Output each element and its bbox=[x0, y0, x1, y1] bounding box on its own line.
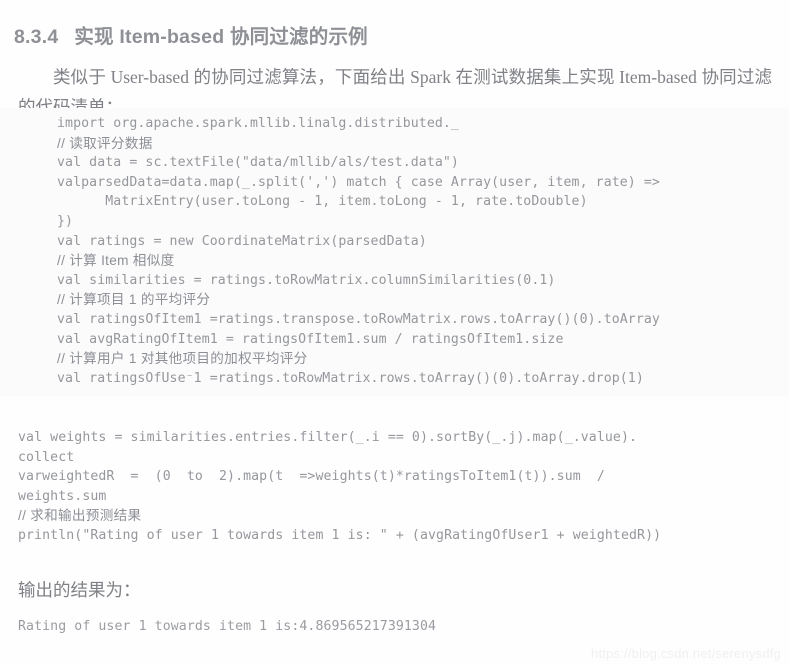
document-page: 8.3.4 实现 Item-based 协同过滤的示例 类似于 User-base… bbox=[0, 0, 789, 665]
section-title-text: 实现 Item-based 协同过滤的示例 bbox=[74, 26, 368, 49]
code-line: val data = sc.textFile("data/mllib/als/t… bbox=[57, 155, 459, 171]
code-line: weights.sum bbox=[18, 488, 107, 504]
code-line: valparsedData=data.map(_.split(',') matc… bbox=[57, 174, 660, 190]
page-title: 8.3.4 实现 Item-based 协同过滤的示例 bbox=[14, 20, 368, 49]
code-line: }) bbox=[57, 213, 74, 229]
code-line: MatrixEntry(user.toLong - 1, item.toLong… bbox=[57, 194, 588, 210]
code-line: val similarities = ratings.toRowMatrix.c… bbox=[57, 272, 556, 288]
output-result-line: Rating of user 1 towards item 1 is:4.869… bbox=[18, 619, 437, 634]
code-line: val avgRatingOfItem1 = ratingsOfItem1.su… bbox=[57, 331, 564, 347]
code-line: // 计算项目 1 的平均评分 bbox=[57, 292, 211, 308]
code-line: varweightedR = (0 to 2).map(t =>weights(… bbox=[18, 469, 605, 485]
code-line: // 读取评分数据 bbox=[57, 135, 153, 151]
code-line: import org.apache.spark.mllib.linalg.dis… bbox=[57, 116, 459, 131]
output-label: 输出的结果为： bbox=[18, 580, 141, 600]
code-line: // 求和输出预测结果 bbox=[18, 508, 142, 524]
code-block-secondary: val weights = similarities.entries.filte… bbox=[0, 428, 789, 546]
watermark: https://blog.csdn.net/serenysdfg bbox=[591, 646, 781, 661]
section-number: 8.3.4 bbox=[14, 26, 59, 49]
code-line: // 计算 Item 相似度 bbox=[57, 253, 175, 269]
code-line: collect bbox=[18, 449, 75, 465]
code-line: val ratingsOfItem1 =ratings.transpose.to… bbox=[57, 311, 660, 327]
code-line: val weights = similarities.entries.filte… bbox=[18, 430, 638, 445]
code-line: val ratingsOfUse⁻1 =ratings.toRowMatrix.… bbox=[57, 370, 644, 386]
code-line: // 计算用户 1 对其他项目的加权平均评分 bbox=[57, 351, 308, 367]
code-line: println("Rating of user 1 towards item 1… bbox=[18, 527, 662, 543]
code-block-main: import org.apache.spark.mllib.linalg.dis… bbox=[0, 108, 789, 397]
code-line: val ratings = new CoordinateMatrix(parse… bbox=[57, 233, 427, 249]
